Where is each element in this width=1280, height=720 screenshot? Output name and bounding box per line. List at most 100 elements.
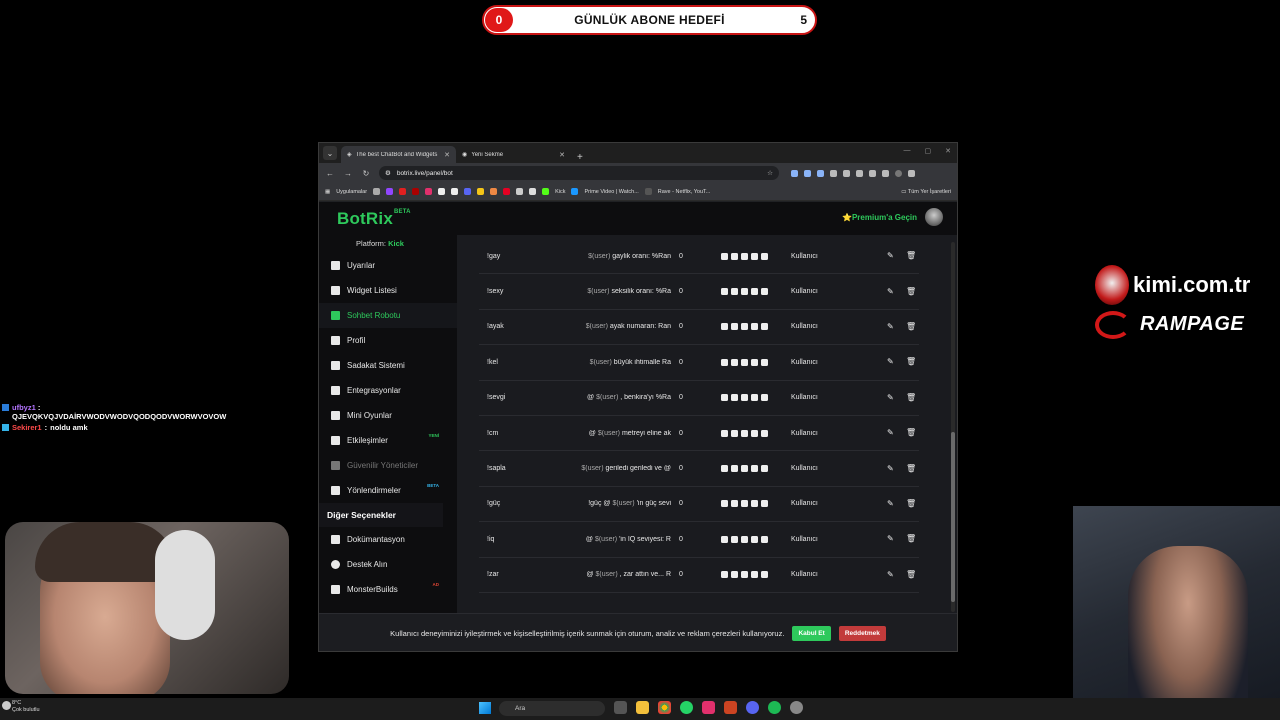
twitch-icon[interactable] <box>731 535 738 543</box>
command-row[interactable]: !sevgi @ $(user) , benkira'yı %Ra 0 Kullanı… <box>479 381 919 416</box>
bookmark-prime[interactable]: Prime Video | Watch... <box>584 189 638 195</box>
chat-icon[interactable] <box>751 429 758 437</box>
youtube-icon[interactable] <box>741 358 748 366</box>
rave-icon[interactable] <box>644 188 652 195</box>
x-icon[interactable] <box>761 465 768 473</box>
kick-icon[interactable] <box>721 429 728 437</box>
bookmark-icon[interactable] <box>490 188 498 195</box>
sidebar-item-support[interactable]: Destek Alın <box>319 552 457 577</box>
obs-icon[interactable] <box>790 701 803 714</box>
forward-icon[interactable]: → <box>343 169 353 178</box>
x-icon[interactable] <box>761 394 768 402</box>
edit-icon[interactable]: ✎ <box>887 393 895 402</box>
x-icon[interactable] <box>761 323 768 331</box>
chat-icon[interactable] <box>751 358 758 366</box>
trash-icon[interactable]: 🗑 <box>906 464 916 473</box>
chat-icon[interactable] <box>751 323 758 331</box>
trash-icon[interactable]: 🗑 <box>906 393 916 402</box>
bookmark-icon[interactable] <box>529 188 537 195</box>
file-explorer-icon[interactable] <box>636 701 649 714</box>
menu-icon[interactable] <box>908 169 915 177</box>
kick-icon[interactable] <box>721 358 728 366</box>
youtube-icon[interactable] <box>741 465 748 473</box>
trash-icon[interactable]: 🗑 <box>906 429 916 437</box>
trash-icon[interactable]: 🗑 <box>906 252 916 260</box>
start-button[interactable] <box>479 702 491 714</box>
extension-icon[interactable] <box>817 169 824 177</box>
youtube-icon[interactable] <box>741 535 748 543</box>
x-icon[interactable] <box>761 571 768 579</box>
tab-search-icon[interactable]: ⌄ <box>323 146 337 160</box>
twitch-icon[interactable] <box>386 188 394 195</box>
trash-icon[interactable]: 🗑 <box>906 499 916 508</box>
task-view-icon[interactable] <box>614 701 627 714</box>
close-icon[interactable]: ✕ <box>444 151 450 159</box>
kick-icon[interactable] <box>721 465 728 473</box>
command-row[interactable]: !zar @ $(user) , zar attın ve... R 0 Kullan… <box>479 558 919 593</box>
new-tab-button[interactable]: + <box>571 152 589 163</box>
x-icon[interactable] <box>761 500 768 508</box>
edit-icon[interactable]: ✎ <box>887 322 895 331</box>
back-icon[interactable]: ← <box>325 169 335 178</box>
twitch-icon[interactable] <box>731 429 738 437</box>
edit-icon[interactable]: ✎ <box>887 429 895 437</box>
sidebar-item-loyalty[interactable]: Sadakat Sistemi <box>319 353 457 378</box>
instagram-icon[interactable] <box>425 188 433 195</box>
address-bar[interactable]: ⚙ botrix.live/panel/bot ☆ <box>379 166 779 180</box>
x-icon[interactable] <box>761 252 768 260</box>
reject-cookies-button[interactable]: Reddetmek <box>838 626 886 641</box>
youtube-icon[interactable] <box>741 288 748 296</box>
youtube-icon[interactable] <box>741 500 748 508</box>
kick-icon[interactable] <box>721 323 728 331</box>
sidebar-item-docs[interactable]: Dokümantasyon <box>319 527 457 552</box>
twitch-icon[interactable] <box>731 500 738 508</box>
sidebar-item-redirects[interactable]: Yönlendirmeler BETA <box>319 478 457 503</box>
scrollbar-thumb[interactable] <box>951 432 955 602</box>
twitch-icon[interactable] <box>731 394 738 402</box>
media-icon[interactable] <box>869 169 876 177</box>
chat-icon[interactable] <box>751 535 758 543</box>
grid-icon[interactable] <box>373 188 381 195</box>
tiktok-icon[interactable] <box>451 188 459 195</box>
chat-icon[interactable] <box>751 500 758 508</box>
split-icon[interactable] <box>882 169 889 177</box>
taskbar-search[interactable]: Ara <box>499 701 605 716</box>
youtube-icon[interactable] <box>741 571 748 579</box>
edit-icon[interactable]: ✎ <box>887 464 895 473</box>
bookmark-apps[interactable]: Uygulamalar <box>336 189 367 195</box>
sidebar-item-minigames[interactable]: Mini Oyunlar <box>319 403 457 428</box>
youtube-icon[interactable] <box>741 394 748 402</box>
all-bookmarks[interactable]: ▭ Tüm Yer İşaretleri <box>901 189 951 195</box>
youtube-icon[interactable] <box>741 429 748 437</box>
tab-new-tab[interactable]: ◉ Yeni Sekme ✕ <box>456 146 571 163</box>
x-icon[interactable] <box>761 358 768 366</box>
premium-button[interactable]: ⭐Premium'a Geçin <box>842 213 917 222</box>
botrix-logo[interactable]: BotRixBETA <box>337 209 411 229</box>
kick-icon[interactable] <box>721 535 728 543</box>
command-row[interactable]: !iq @ $(user) 'in IQ seviyesi: R 0 Kullanıc… <box>479 522 919 558</box>
trash-icon[interactable]: 🗑 <box>906 358 916 366</box>
command-row[interactable]: !cm @ $(user) metreyi eline ak 0 Kullanıcı ✎… <box>479 416 919 452</box>
chrome-icon[interactable] <box>658 701 671 714</box>
twitch-icon[interactable] <box>731 323 738 331</box>
kick-icon[interactable] <box>721 394 728 402</box>
spotify-icon[interactable] <box>768 701 781 714</box>
chat-icon[interactable] <box>751 394 758 402</box>
kick-icon[interactable] <box>721 571 728 579</box>
accept-cookies-button[interactable]: Kabul Et <box>792 626 831 641</box>
youtube-icon[interactable] <box>741 323 748 331</box>
edit-icon[interactable]: ✎ <box>887 570 895 579</box>
edit-icon[interactable]: ✎ <box>887 358 895 366</box>
edit-icon[interactable]: ✎ <box>887 535 895 543</box>
kick-icon[interactable] <box>721 288 728 296</box>
kick-icon[interactable] <box>721 252 728 260</box>
close-icon[interactable]: ✕ <box>559 151 565 159</box>
calendar-icon[interactable] <box>724 701 737 714</box>
twitch-icon[interactable] <box>731 571 738 579</box>
youtube-icon[interactable] <box>741 252 748 260</box>
prime-video-icon[interactable] <box>571 188 579 195</box>
chat-icon[interactable] <box>751 252 758 260</box>
x-icon[interactable] <box>761 429 768 437</box>
bookmark-rave[interactable]: Rave - Netflix, YouT... <box>658 189 711 195</box>
puzzle-icon[interactable] <box>856 169 863 177</box>
